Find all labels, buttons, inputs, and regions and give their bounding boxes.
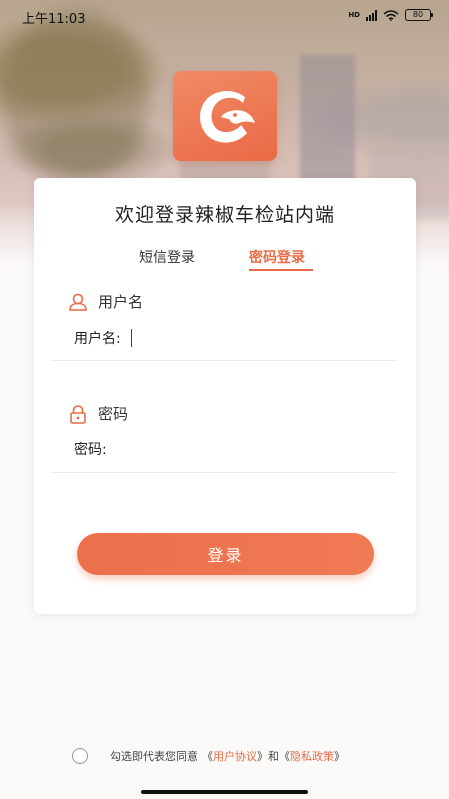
password-section-header: 密码 (68, 403, 128, 424)
page-title: 欢迎登录辣椒车检站内端 (114, 204, 335, 226)
username-input[interactable] (139, 329, 384, 347)
agreement-and: 和 (268, 750, 279, 763)
wifi-icon (383, 9, 399, 21)
bracket-open: 《 (202, 750, 213, 763)
password-input-label: 密码: (74, 442, 107, 458)
bracket-open: 《 (279, 750, 290, 763)
tab-password-login[interactable]: 密码登录 (249, 247, 305, 267)
username-input-label: 用户名: (74, 331, 121, 347)
bracket-close: 》 (257, 750, 268, 763)
user-agreement-link[interactable]: 用户协议 (213, 748, 257, 764)
tab-sms-login[interactable]: 短信登录 (139, 247, 195, 267)
battery-icon: 80 (405, 9, 433, 21)
password-input-row: 密码: (74, 439, 359, 459)
agreement-row: 勾选即代表您同意 《 用户协议 》 和 《 隐私政策 》 (72, 748, 345, 764)
agreement-prefix: 勾选即代表您同意 (110, 750, 198, 763)
user-icon (69, 293, 87, 311)
username-section-label: 用户名 (98, 293, 144, 311)
password-input[interactable] (114, 440, 359, 458)
privacy-policy-link[interactable]: 隐私政策 (290, 748, 334, 764)
status-icons: HD 80 (348, 9, 433, 21)
lock-icon (70, 404, 86, 424)
status-bar: 上午11:03 HD 80 (0, 0, 449, 32)
text-caret (130, 329, 132, 347)
home-indicator[interactable] (141, 790, 308, 794)
active-tab-indicator (249, 269, 313, 271)
app-logo-icon (200, 91, 255, 143)
status-time: 上午11:03 (22, 12, 86, 27)
hd-icon: HD (348, 10, 360, 19)
login-card: 欢迎登录辣椒车检站内端 短信登录 密码登录 用户名 用户名: 密码 密码: 登录 (34, 178, 416, 614)
agreement-checkbox[interactable] (72, 748, 88, 764)
username-section-header: 用户名 (68, 291, 143, 312)
app-logo (173, 71, 277, 161)
login-button[interactable]: 登录 (77, 533, 374, 575)
signal-icon (366, 9, 377, 21)
divider (52, 360, 398, 361)
password-section-label: 密码 (98, 405, 129, 423)
background-tree (0, 10, 150, 180)
divider (52, 472, 398, 473)
username-input-row: 用户名: (74, 328, 384, 348)
bracket-close: 》 (334, 750, 345, 763)
